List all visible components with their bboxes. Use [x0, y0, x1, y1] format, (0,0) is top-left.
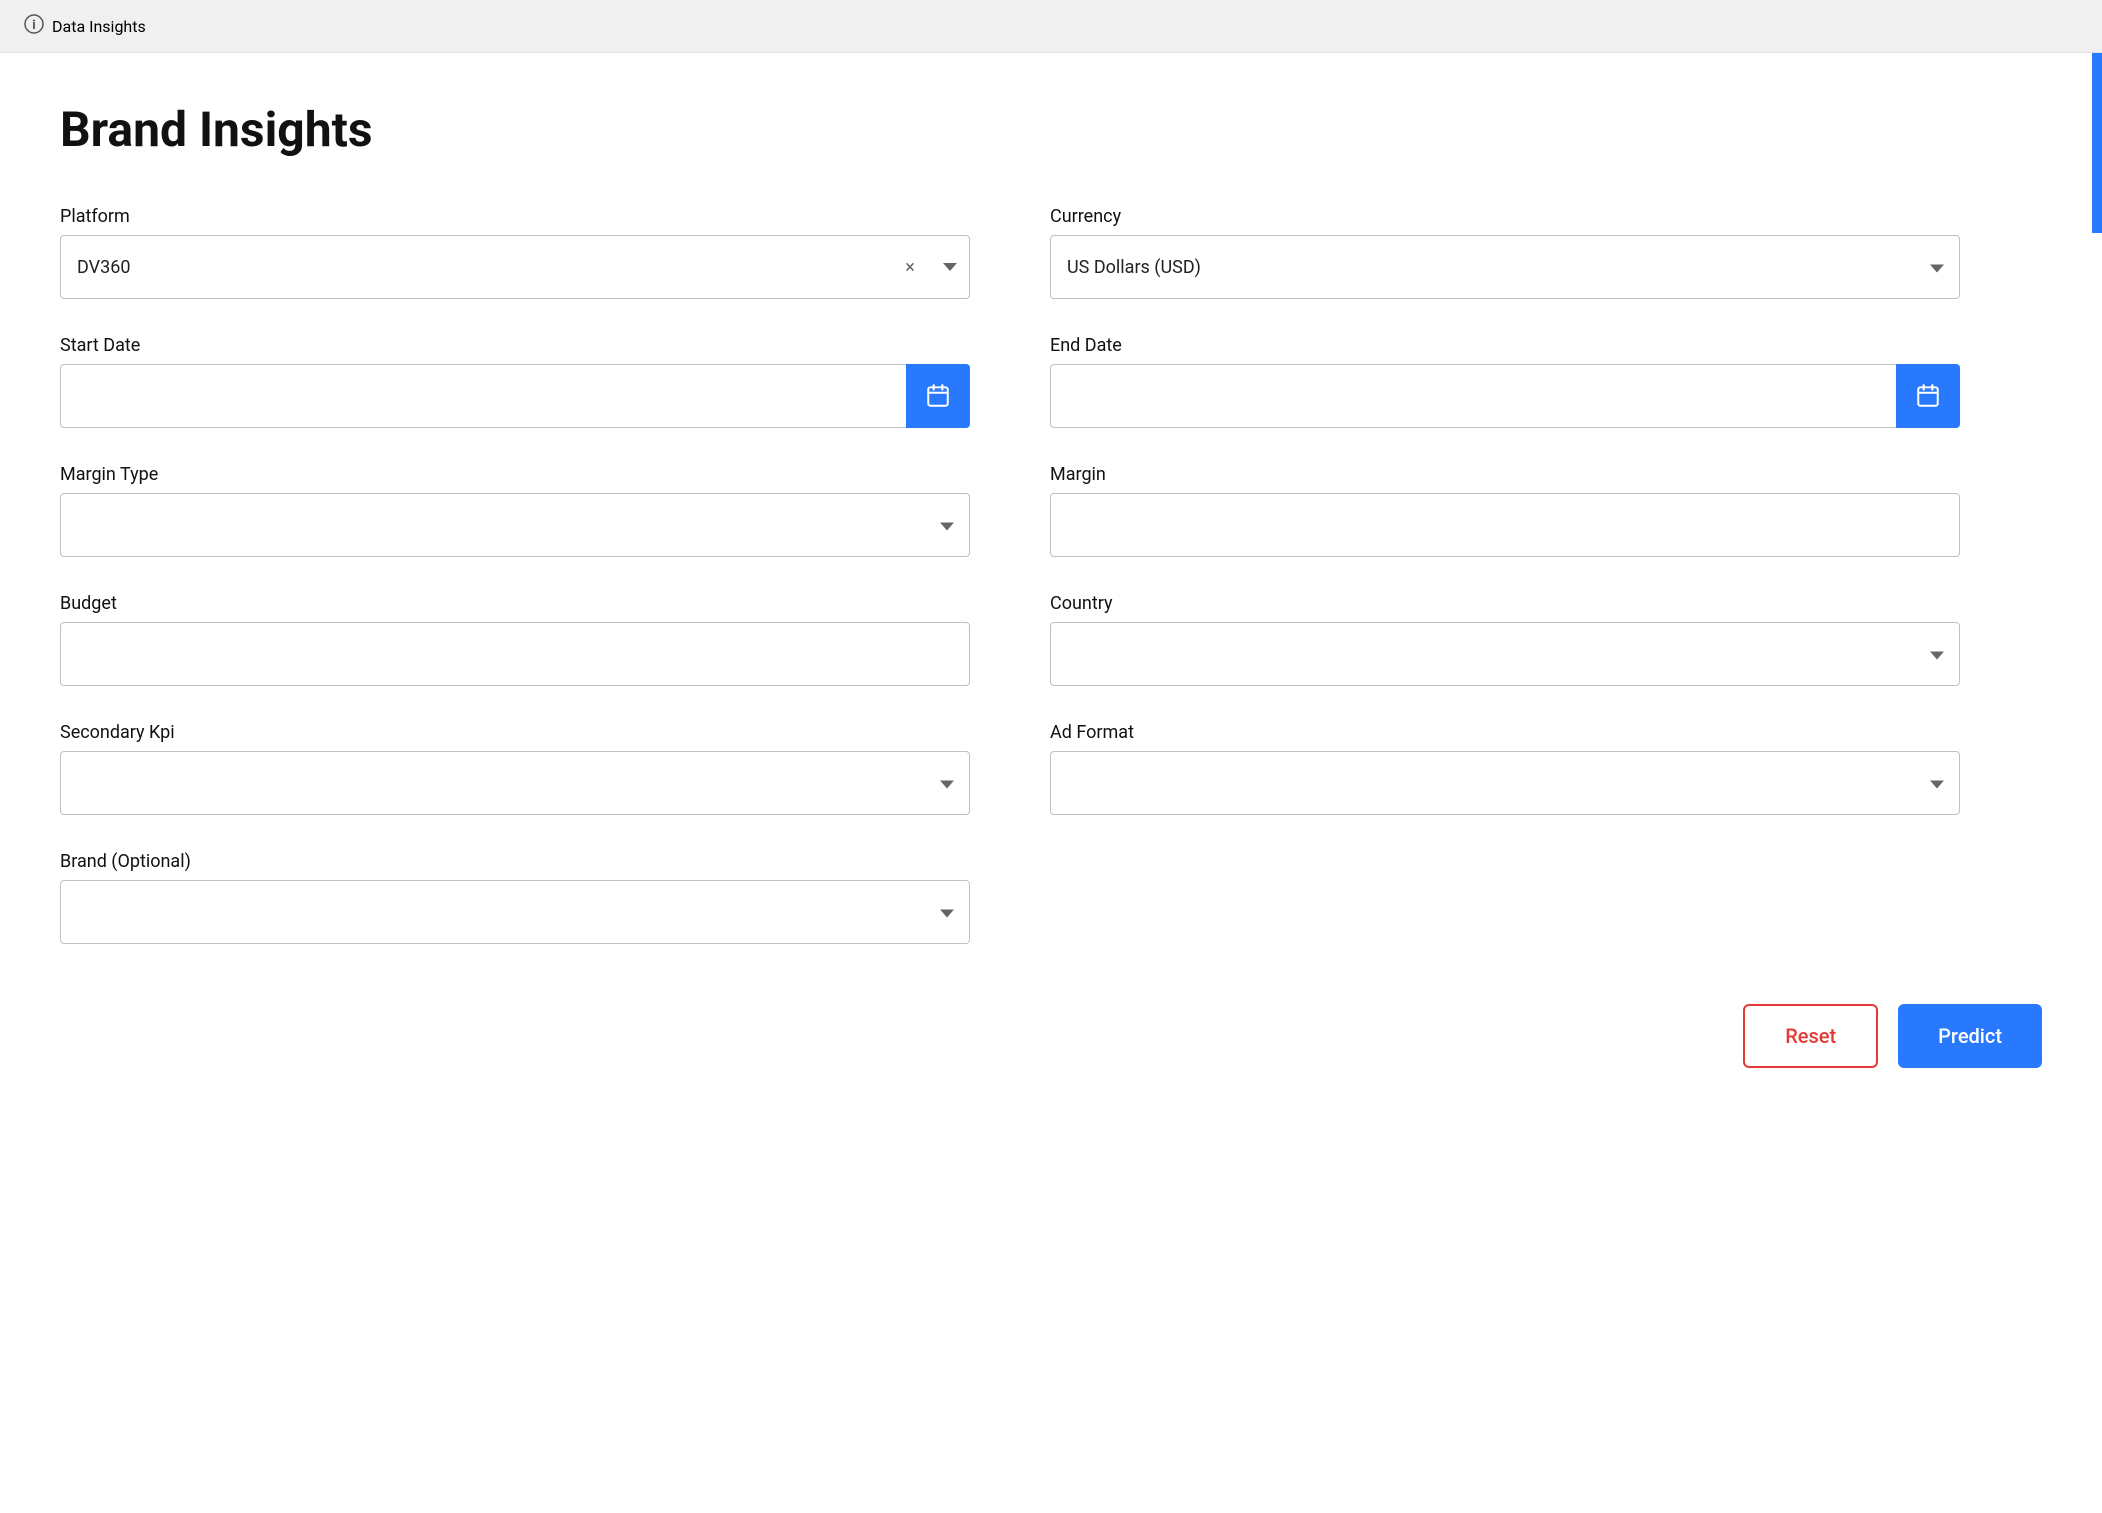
- start-date-calendar-button[interactable]: [906, 364, 970, 428]
- topbar-title: Data Insights: [52, 17, 146, 36]
- country-label: Country: [1050, 593, 1960, 614]
- platform-group: Platform DV360 ×: [60, 206, 970, 299]
- platform-dropdown-arrow[interactable]: [930, 235, 970, 299]
- buttons-row: Reset Predict: [60, 1004, 2042, 1068]
- end-date-input[interactable]: [1050, 364, 1960, 428]
- budget-group: Budget: [60, 593, 970, 686]
- brand-label: Brand (Optional): [60, 851, 970, 872]
- currency-wrapper: US Dollars (USD) Euros (EUR) British Pou…: [1050, 235, 1960, 299]
- end-date-calendar-button[interactable]: [1896, 364, 1960, 428]
- budget-label: Budget: [60, 593, 970, 614]
- brand-select[interactable]: [60, 880, 970, 944]
- top-bar: i Data Insights: [0, 0, 2102, 53]
- country-select[interactable]: [1050, 622, 1960, 686]
- ad-format-group: Ad Format: [1050, 722, 1960, 815]
- platform-value[interactable]: DV360: [60, 235, 970, 299]
- end-date-group: End Date: [1050, 335, 1960, 428]
- blue-accent-bar: [2092, 53, 2102, 233]
- start-date-wrapper: [60, 364, 970, 428]
- margin-wrapper: [1050, 493, 1960, 557]
- predict-button[interactable]: Predict: [1898, 1004, 2042, 1068]
- platform-label: Platform: [60, 206, 970, 227]
- platform-controls: ×: [890, 235, 970, 299]
- platform-clear-button[interactable]: ×: [890, 235, 930, 299]
- ad-format-select[interactable]: [1050, 751, 1960, 815]
- country-group: Country: [1050, 593, 1960, 686]
- country-wrapper: [1050, 622, 1960, 686]
- reset-button[interactable]: Reset: [1743, 1004, 1878, 1068]
- brand-wrapper: [60, 880, 970, 944]
- end-date-wrapper: [1050, 364, 1960, 428]
- secondary-kpi-group: Secondary Kpi: [60, 722, 970, 815]
- budget-wrapper: [60, 622, 970, 686]
- page-title: Brand Insights: [60, 101, 2042, 158]
- budget-input[interactable]: [60, 622, 970, 686]
- margin-label: Margin: [1050, 464, 1960, 485]
- platform-select-wrapper: DV360 ×: [60, 235, 970, 299]
- margin-type-select[interactable]: [60, 493, 970, 557]
- secondary-kpi-select[interactable]: [60, 751, 970, 815]
- margin-type-group: Margin Type: [60, 464, 970, 557]
- empty-cell: [1050, 851, 1960, 944]
- start-date-input[interactable]: [60, 364, 970, 428]
- secondary-kpi-wrapper: [60, 751, 970, 815]
- ad-format-label: Ad Format: [1050, 722, 1960, 743]
- currency-select[interactable]: US Dollars (USD) Euros (EUR) British Pou…: [1050, 235, 1960, 299]
- ad-format-wrapper: [1050, 751, 1960, 815]
- main-container: Brand Insights Platform DV360 × Currency: [0, 53, 2102, 1513]
- svg-text:i: i: [32, 18, 35, 33]
- form-grid: Platform DV360 × Currency US Dollars (US…: [60, 206, 1960, 944]
- calendar-icon: [1915, 383, 1941, 409]
- start-date-label: Start Date: [60, 335, 970, 356]
- chevron-down-icon: [943, 263, 957, 271]
- currency-label: Currency: [1050, 206, 1960, 227]
- brand-group: Brand (Optional): [60, 851, 970, 944]
- margin-input[interactable]: [1050, 493, 1960, 557]
- end-date-label: End Date: [1050, 335, 1960, 356]
- info-icon: i: [24, 14, 44, 38]
- currency-group: Currency US Dollars (USD) Euros (EUR) Br…: [1050, 206, 1960, 299]
- margin-type-wrapper: [60, 493, 970, 557]
- margin-group: Margin: [1050, 464, 1960, 557]
- calendar-icon: [925, 383, 951, 409]
- start-date-group: Start Date: [60, 335, 970, 428]
- secondary-kpi-label: Secondary Kpi: [60, 722, 970, 743]
- margin-type-label: Margin Type: [60, 464, 970, 485]
